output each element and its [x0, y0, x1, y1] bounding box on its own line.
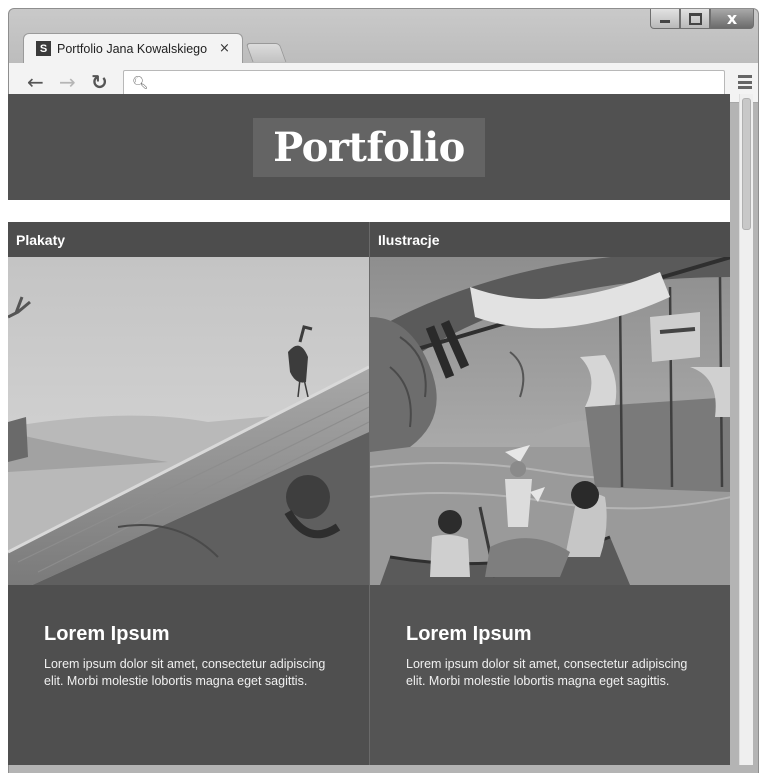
card-body: Lorem Ipsum Lorem ipsum dolor sit amet, …: [8, 585, 369, 765]
portfolio-grid: Plakaty Lorem Ipsum Lorem ipsum dolor si…: [8, 222, 730, 765]
menu-button[interactable]: [738, 75, 752, 89]
card-category-label: Ilustracje: [370, 222, 730, 257]
forward-button[interactable]: →: [59, 71, 76, 93]
maximize-button[interactable]: [680, 9, 710, 29]
back-button[interactable]: ←: [27, 71, 44, 93]
menu-icon: [738, 75, 752, 78]
poster-illustration-image[interactable]: [8, 257, 369, 585]
site-header: Portfolio: [8, 94, 730, 200]
logo-text: Portfolio: [273, 123, 465, 171]
card-title: Lorem Ipsum: [44, 623, 170, 645]
minimize-button[interactable]: [650, 9, 680, 29]
card-category-label: Plakaty: [8, 222, 369, 257]
new-tab-button[interactable]: [245, 43, 287, 62]
browser-tab[interactable]: S Portfolio Jana Kowalskiego ×: [23, 33, 243, 63]
close-icon: x: [726, 8, 738, 28]
card-body: Lorem Ipsum Lorem ipsum dolor sit amet, …: [370, 585, 730, 765]
scrollbar-thumb[interactable]: [742, 98, 751, 230]
window-controls: x: [650, 9, 754, 31]
logo[interactable]: Portfolio: [253, 117, 485, 177]
header-gap: [8, 200, 730, 222]
portfolio-card-plakaty[interactable]: Plakaty Lorem Ipsum Lorem ipsum dolor si…: [8, 222, 369, 765]
page-scrollbar[interactable]: [739, 94, 753, 765]
tab-title: Portfolio Jana Kowalskiego: [57, 41, 208, 56]
maximize-icon: [688, 12, 702, 25]
card-title: Lorem Ipsum: [406, 623, 532, 645]
minimize-icon: [660, 20, 670, 23]
address-bar[interactable]: 🔍︎: [123, 70, 725, 96]
portfolio-card-ilustracje[interactable]: Ilustracje Lorem Ipsum Lorem ipsum dolor…: [369, 222, 730, 765]
poster-illustration-graphic: [8, 257, 369, 585]
favicon-icon: S: [36, 41, 51, 56]
card-description: Lorem ipsum dolor sit amet, consectetur …: [44, 657, 326, 688]
ships-illustration-image[interactable]: [370, 257, 730, 585]
ships-illustration-graphic: [370, 257, 730, 585]
tab-close-button[interactable]: ×: [219, 41, 230, 56]
page-viewport: Portfolio Plakaty Lorem Ipsum Lorem ipsu…: [8, 94, 730, 765]
card-description: Lorem ipsum dolor sit amet, consectetur …: [406, 657, 688, 688]
search-icon: 🔍︎: [132, 75, 149, 91]
reload-button[interactable]: ↻: [91, 71, 108, 93]
close-window-button[interactable]: x: [710, 9, 754, 29]
address-input[interactable]: [154, 72, 724, 94]
